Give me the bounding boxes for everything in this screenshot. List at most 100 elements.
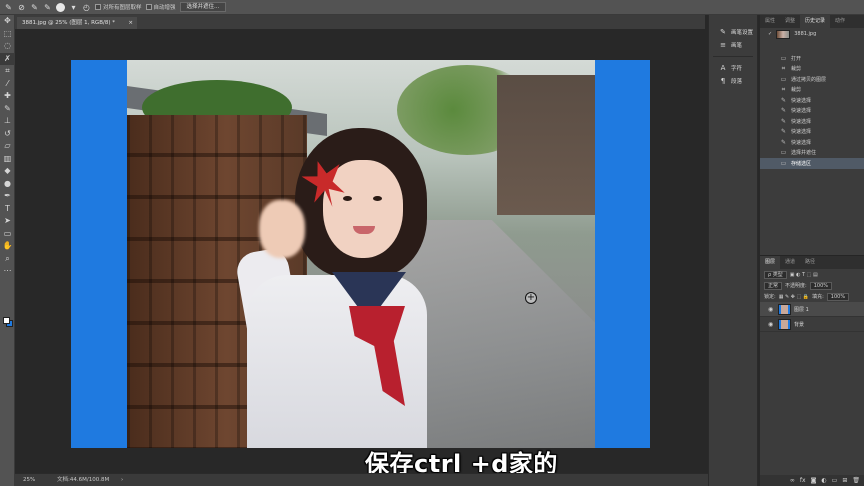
link-icon[interactable]: ∞ <box>790 475 795 486</box>
document-tab[interactable]: 3881.jpg @ 25% (图层 1, RGB/8) * × <box>17 17 137 29</box>
more-tools-icon[interactable]: ⋯ <box>0 265 15 278</box>
history-brush-tool-icon[interactable]: ↺ <box>0 128 15 141</box>
layer-row[interactable]: ◉ 背景 <box>760 317 864 332</box>
history-step-label: 快速选择 <box>791 118 812 125</box>
history-step[interactable]: ✎ 快速选择 <box>760 127 864 138</box>
pen-tool-icon[interactable]: ✒ <box>0 190 15 203</box>
mask-icon[interactable]: ◙ <box>811 475 817 486</box>
dock-item-brush[interactable]: ≡ 画笔 <box>709 38 757 51</box>
eyedropper-tool-icon[interactable]: ⁄ <box>0 78 15 91</box>
history-step[interactable]: ⌗ 裁剪 <box>760 85 864 96</box>
marquee-tool-icon[interactable]: ⬚ <box>0 28 15 41</box>
history-step-label: 打开 <box>791 55 802 62</box>
layer-filter-select[interactable]: ρ 类型 <box>764 270 787 279</box>
history-step[interactable]: ✎ 快速选择 <box>760 137 864 148</box>
eye-icon[interactable]: ◉ <box>768 321 775 328</box>
trash-icon[interactable]: 🗑 <box>852 475 860 486</box>
dock-item-label: 画笔 <box>731 42 743 49</box>
path-selection-tool-icon[interactable]: ➤ <box>0 215 15 228</box>
canvas-area[interactable]: + 保存ctrl +d家的 <box>15 29 708 478</box>
tab-properties[interactable]: 属性 <box>760 15 780 28</box>
tab-channels[interactable]: 通道 <box>780 256 800 269</box>
tab-layers[interactable]: 图层 <box>760 256 781 269</box>
dock-item-character[interactable]: A 字符 <box>709 61 757 74</box>
history-step[interactable]: ▭ 打开 <box>760 53 864 64</box>
history-step-label: 快速选择 <box>791 129 812 136</box>
type-tool-icon[interactable]: T <box>0 203 15 216</box>
eraser-tool-icon[interactable]: ▱ <box>0 140 15 153</box>
zoom-level[interactable]: 25% <box>23 474 35 486</box>
brush-tool-icon[interactable]: ✎ <box>0 103 15 116</box>
fill-input[interactable]: 100% <box>826 292 850 301</box>
quick-selection-tool-icon[interactable]: ✎ <box>4 3 13 12</box>
right-panels: 属性 调整 历史记录 动作 ✓ 3881.jpg ▭ 打开 ⌗ 裁剪 ▭ 通过拷贝的图… <box>760 15 864 486</box>
history-step[interactable]: ✎ 快速选择 <box>760 95 864 106</box>
history-step[interactable]: ▭ 选择并遮住 <box>760 148 864 159</box>
status-menu-arrow-icon[interactable]: › <box>121 474 123 486</box>
select-and-mask-button[interactable]: 选择并遮住... <box>179 2 227 12</box>
new-layer-icon[interactable]: ⊞ <box>842 475 847 486</box>
quick-select-icon: ✎ <box>780 128 787 136</box>
collapsed-panel-dock: ✎ 画笔设置 ≡ 画笔 A 字符 ¶ 段落 <box>708 15 758 486</box>
blend-opacity-row: 正常 不透明度: 100% <box>760 280 864 291</box>
layer-filter-row: ρ 类型 ▣ ◐ T ⬚ ▤ <box>760 269 864 280</box>
opacity-input[interactable]: 100% <box>809 281 832 290</box>
foreground-color-swatch[interactable] <box>3 317 10 324</box>
quick-selection-tool-icon[interactable]: ✗ <box>0 52 15 65</box>
blend-mode-select[interactable]: 正常 <box>764 281 783 290</box>
sample-all-layers-checkbox[interactable]: 对所有图层取样 <box>95 3 142 11</box>
close-icon[interactable]: × <box>128 17 133 29</box>
subtract-from-selection-icon[interactable]: ✎ <box>43 3 52 12</box>
dodge-tool-icon[interactable]: ● <box>0 178 15 191</box>
eye-icon[interactable]: ◉ <box>768 306 775 313</box>
lock-icons[interactable]: ▦ ✎ ✥ ⬚ 🔒 <box>779 294 809 300</box>
document-canvas[interactable]: + <box>71 60 650 448</box>
history-step-label: 快速选择 <box>791 97 812 104</box>
layer-row[interactable]: ◉ 图层 1 <box>760 302 864 317</box>
tab-adjustments[interactable]: 调整 <box>780 15 800 28</box>
zoom-tool-icon[interactable]: ⌕ <box>0 253 15 266</box>
history-step[interactable]: ✎ 快速选择 <box>760 106 864 117</box>
move-tool-icon[interactable]: ✥ <box>0 15 15 28</box>
background-house <box>497 75 595 215</box>
paragraph-icon: ¶ <box>720 76 726 85</box>
add-to-selection-icon[interactable]: ✎ <box>30 3 39 12</box>
tab-history[interactable]: 历史记录 <box>800 15 831 28</box>
adjustment-icon[interactable]: ◐ <box>821 475 826 486</box>
layer-thumbnail <box>778 318 791 330</box>
history-step[interactable]: ▭ 存储选区 <box>760 158 864 169</box>
brush-angle-icon[interactable]: ◴ <box>82 3 91 12</box>
history-step[interactable]: ▭ 通过拷贝的图层 <box>760 74 864 85</box>
filter-icons[interactable]: ▣ ◐ T ⬚ ▤ <box>790 272 818 278</box>
new-selection-icon[interactable]: ⊘ <box>17 3 26 12</box>
tab-actions[interactable]: 动作 <box>830 15 850 28</box>
checkbox-box[interactable] <box>95 4 101 10</box>
opacity-label: 不透明度: <box>785 283 807 289</box>
history-snapshot[interactable]: ✓ 3881.jpg <box>760 28 864 40</box>
checkbox-box[interactable] <box>145 4 152 10</box>
auto-enhance-checkbox[interactable]: 自动增强 <box>145 3 176 11</box>
healing-brush-tool-icon[interactable]: ✚ <box>0 90 15 103</box>
chevron-down-icon[interactable]: ▾ <box>69 3 78 12</box>
lasso-tool-icon[interactable]: ◌ <box>0 40 15 53</box>
sample-all-layers-label: 对所有图层取样 <box>103 5 142 11</box>
fill-label: 填充: <box>812 294 824 300</box>
dock-item-paragraph[interactable]: ¶ 段落 <box>709 74 757 87</box>
clone-stamp-tool-icon[interactable]: ⊥ <box>0 115 15 128</box>
fx-icon[interactable]: fx <box>800 475 806 486</box>
history-step[interactable]: ✎ 快速选择 <box>760 116 864 127</box>
options-bar: ✎ ⊘ ✎ ✎ ▾ ◴ 对所有图层取样 自动增强 选择并遮住... <box>0 0 864 15</box>
gradient-tool-icon[interactable]: ▥ <box>0 153 15 166</box>
rectangle-tool-icon[interactable]: ▭ <box>0 228 15 241</box>
smile <box>353 226 375 234</box>
brush-size-preview[interactable] <box>56 2 65 12</box>
status-bar: 25% 文档:44.6M/100.8M › <box>15 473 708 486</box>
hand-tool-icon[interactable]: ✋ <box>0 240 15 253</box>
dock-item-brush-settings[interactable]: ✎ 画笔设置 <box>709 25 757 38</box>
tab-paths[interactable]: 路径 <box>800 256 820 269</box>
blur-tool-icon[interactable]: ◆ <box>0 165 15 178</box>
crop-tool-icon[interactable]: ⌗ <box>0 65 15 78</box>
snapshot-brush-source-icon[interactable]: ✓ <box>768 31 772 37</box>
history-step[interactable]: ⌗ 裁剪 <box>760 64 864 75</box>
folder-icon[interactable]: ▭ <box>832 475 838 486</box>
